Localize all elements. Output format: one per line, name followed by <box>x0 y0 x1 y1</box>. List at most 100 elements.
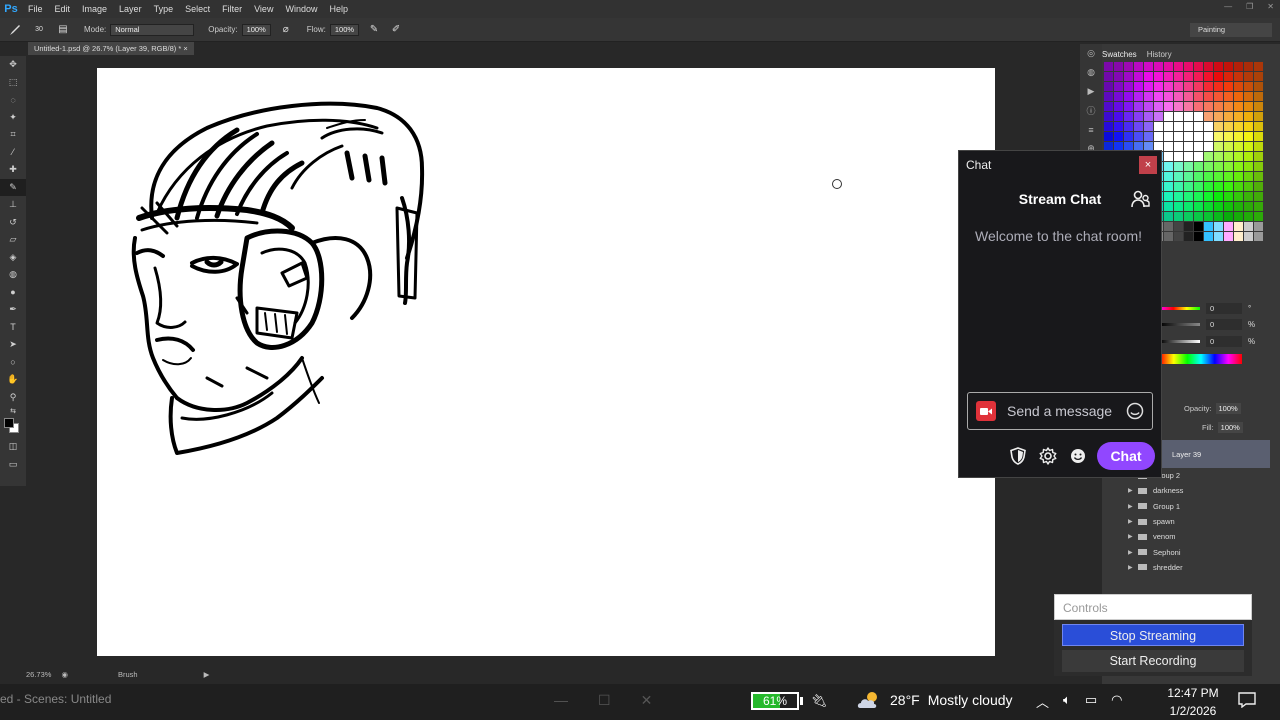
swatch-cell[interactable] <box>1234 142 1243 151</box>
swatch-cell[interactable] <box>1184 82 1193 91</box>
chat-settings-gear-icon[interactable] <box>1037 445 1059 467</box>
swatch-cell[interactable] <box>1254 72 1263 81</box>
swatch-cell[interactable] <box>1174 172 1183 181</box>
shape-tool-icon[interactable]: ○ <box>0 354 26 372</box>
swatch-cell[interactable] <box>1164 192 1173 201</box>
swatch-cell[interactable] <box>1194 162 1203 171</box>
swatch-cell[interactable] <box>1224 142 1233 151</box>
swatch-cell[interactable] <box>1224 172 1233 181</box>
obs-close-icon[interactable]: ✕ <box>641 692 653 709</box>
swatch-cell[interactable] <box>1244 152 1253 161</box>
swatch-cell[interactable] <box>1184 212 1193 221</box>
menu-help[interactable]: Help <box>323 0 354 18</box>
eyedropper-tool-icon[interactable]: ⁄ <box>0 144 26 162</box>
swatch-cell[interactable] <box>1214 222 1223 231</box>
swatch-cell[interactable] <box>1184 142 1193 151</box>
swatch-cell[interactable] <box>1244 212 1253 221</box>
swatch-cell[interactable] <box>1164 122 1173 131</box>
swatch-cell[interactable] <box>1214 122 1223 131</box>
swatch-cell[interactable] <box>1214 102 1223 111</box>
brightness-row[interactable]: 0 % <box>1160 333 1270 350</box>
swatch-cell[interactable] <box>1234 202 1243 211</box>
move-tool-icon[interactable]: ✥ <box>0 56 26 74</box>
swatch-cell[interactable] <box>1244 102 1253 111</box>
swatch-cell[interactable] <box>1224 212 1233 221</box>
swatch-cell[interactable] <box>1104 102 1113 111</box>
swatch-cell[interactable] <box>1234 82 1243 91</box>
swatch-cell[interactable] <box>1214 172 1223 181</box>
swatch-cell[interactable] <box>1114 102 1123 111</box>
swatch-cell[interactable] <box>1244 172 1253 181</box>
eraser-tool-icon[interactable]: ▱ <box>0 231 26 249</box>
swatch-cell[interactable] <box>1254 222 1263 231</box>
saturation-value[interactable]: 0 <box>1206 319 1242 331</box>
swatch-cell[interactable] <box>1134 62 1143 71</box>
swatch-cell[interactable] <box>1234 162 1243 171</box>
swatch-cell[interactable] <box>1104 92 1113 101</box>
swatch-cell[interactable] <box>1114 122 1123 131</box>
quick-mask-icon[interactable]: ◫ <box>0 438 26 456</box>
speaker-icon[interactable]: 🔈︎ <box>1063 692 1071 711</box>
swatch-cell[interactable] <box>1174 222 1183 231</box>
swatch-cell[interactable] <box>1234 232 1243 241</box>
swatch-cell[interactable] <box>1134 112 1143 121</box>
community-icon[interactable] <box>1131 189 1151 209</box>
swatch-cell[interactable] <box>1224 82 1233 91</box>
swatch-cell[interactable] <box>1254 162 1263 171</box>
swatch-cell[interactable] <box>1164 72 1173 81</box>
swatch-cell[interactable] <box>1134 72 1143 81</box>
swatch-cell[interactable] <box>1184 152 1193 161</box>
swatch-cell[interactable] <box>1144 112 1153 121</box>
zoom-level[interactable]: 26.73% <box>26 670 51 679</box>
swatch-cell[interactable] <box>1194 92 1203 101</box>
lasso-tool-icon[interactable]: ◌ <box>0 91 26 109</box>
menu-file[interactable]: File <box>22 0 49 18</box>
swatch-cell[interactable] <box>1124 72 1133 81</box>
swatch-cell[interactable] <box>1174 62 1183 71</box>
chevron-up-icon[interactable]: ︿ <box>1036 692 1049 711</box>
swatch-cell[interactable] <box>1104 72 1113 81</box>
actions-icon[interactable]: ▶ <box>1080 82 1102 101</box>
layer-group-row[interactable]: ▶ spawn <box>1102 514 1270 529</box>
swatch-cell[interactable] <box>1104 82 1113 91</box>
hand-tool-icon[interactable]: ✋ <box>0 371 26 389</box>
swatch-cell[interactable] <box>1224 232 1233 241</box>
clock[interactable]: 12:47 PM 1/2/2026 <box>1162 684 1224 720</box>
swatch-cell[interactable] <box>1204 132 1213 141</box>
menu-view[interactable]: View <box>248 0 279 18</box>
brush-tool-icon[interactable]: ✎ <box>0 178 26 196</box>
swatch-cell[interactable] <box>1204 192 1213 201</box>
swatch-cell[interactable] <box>1204 222 1213 231</box>
swatch-cell[interactable] <box>1214 192 1223 201</box>
pressure-opacity-icon[interactable]: ⌀ <box>279 23 293 37</box>
menu-layer[interactable]: Layer <box>113 0 148 18</box>
brush-panel-icon[interactable]: ▤ <box>56 23 70 37</box>
emote-picker-icon[interactable] <box>1126 402 1144 420</box>
paint-bucket-tool-icon[interactable]: ◈ <box>0 249 26 267</box>
swatch-cell[interactable] <box>1244 162 1253 171</box>
swatch-cell[interactable] <box>1254 212 1263 221</box>
swatch-cell[interactable] <box>1194 192 1203 201</box>
swatch-cell[interactable] <box>1184 162 1193 171</box>
swatch-cell[interactable] <box>1234 92 1243 101</box>
swatch-cell[interactable] <box>1234 122 1243 131</box>
color-spectrum[interactable] <box>1160 354 1242 364</box>
notifications-icon[interactable] <box>1238 692 1256 708</box>
swatch-cell[interactable] <box>1154 122 1163 131</box>
minimize-icon[interactable]: — <box>1224 2 1232 11</box>
swatch-cell[interactable] <box>1124 62 1133 71</box>
mode-select[interactable]: Normal <box>110 23 195 36</box>
swatch-cell[interactable] <box>1204 82 1213 91</box>
swatch-cell[interactable] <box>1154 132 1163 141</box>
swatch-cell[interactable] <box>1194 62 1203 71</box>
swatch-cell[interactable] <box>1194 202 1203 211</box>
swatch-cell[interactable] <box>1134 102 1143 111</box>
swatch-cell[interactable] <box>1254 142 1263 151</box>
pen-tool-icon[interactable]: ✒ <box>0 301 26 319</box>
layer-group-row[interactable]: ▶ shredder <box>1102 560 1270 575</box>
swatch-cell[interactable] <box>1194 72 1203 81</box>
swatch-cell[interactable] <box>1234 72 1243 81</box>
swatch-cell[interactable] <box>1204 92 1213 101</box>
swatch-cell[interactable] <box>1184 92 1193 101</box>
healing-tool-icon[interactable]: ✚ <box>0 161 26 179</box>
